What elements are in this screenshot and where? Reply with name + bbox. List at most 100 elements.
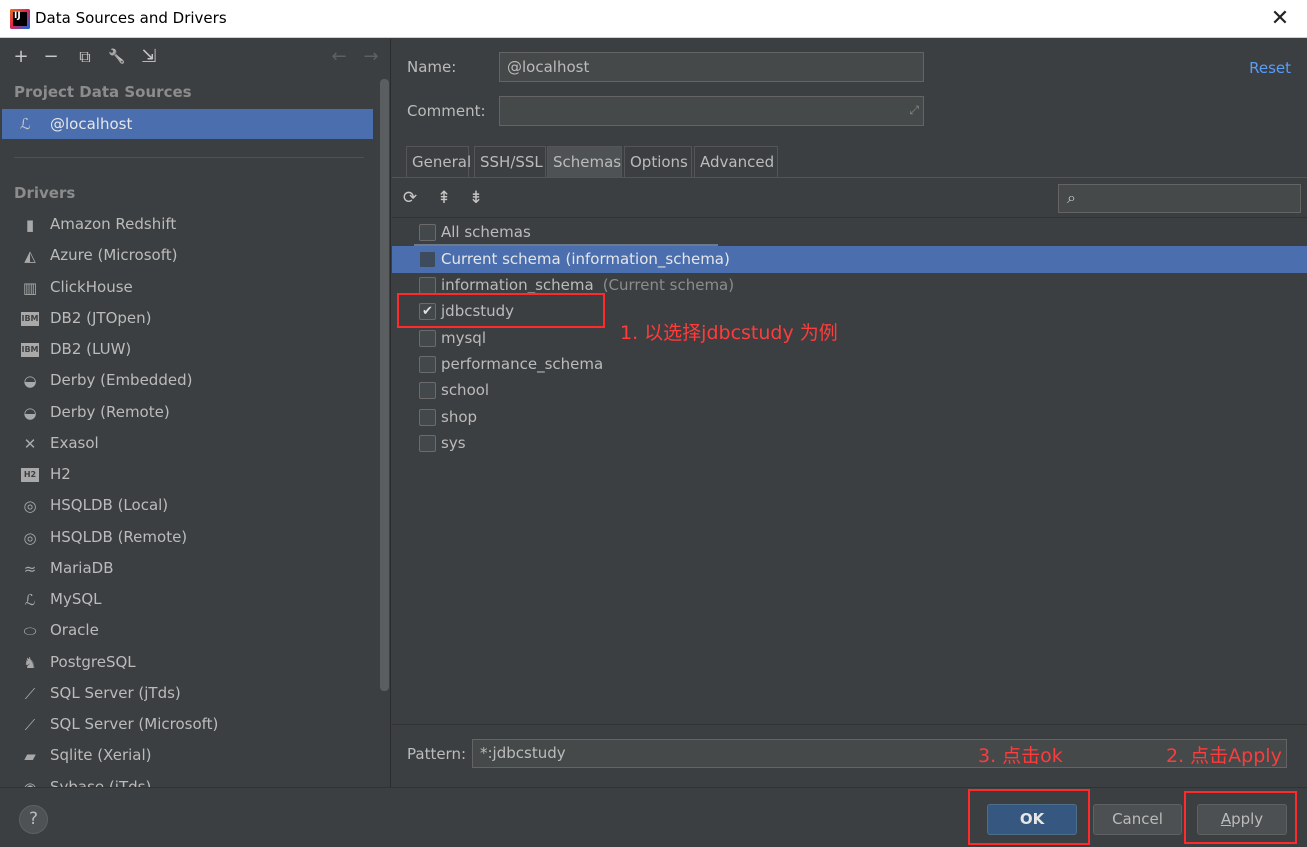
- sidebar-divider: [14, 157, 364, 158]
- driver-item[interactable]: H2 H2: [0, 460, 375, 490]
- driver-item[interactable]: ≈ MariaDB: [0, 554, 375, 584]
- schema-row[interactable]: Current schema (information_schema): [392, 246, 1307, 273]
- driver-label: SQL Server (Microsoft): [50, 715, 219, 733]
- driver-label: Oracle: [50, 621, 99, 639]
- import-icon[interactable]: ⇲: [138, 46, 160, 68]
- cancel-button[interactable]: Cancel: [1093, 804, 1182, 835]
- reset-link[interactable]: Reset: [1249, 59, 1291, 77]
- driver-label: Amazon Redshift: [50, 215, 177, 233]
- schema-row[interactable]: shop: [392, 404, 1307, 431]
- schema-checkbox[interactable]: [419, 409, 436, 426]
- pattern-label: Pattern:: [407, 745, 467, 763]
- schema-row[interactable]: sys: [392, 430, 1307, 457]
- back-arrow-icon[interactable]: ←: [328, 46, 350, 68]
- schema-label: mysql: [441, 329, 486, 347]
- name-input[interactable]: @localhost: [499, 52, 924, 82]
- driver-item[interactable]: ⟋ SQL Server (jTds): [0, 679, 375, 709]
- remove-data-source-button[interactable]: −: [40, 46, 62, 68]
- azure-icon: ◭: [24, 247, 36, 265]
- schema-row[interactable]: school: [392, 377, 1307, 404]
- driver-item[interactable]: ◎ HSQLDB (Local): [0, 491, 375, 521]
- dialog-button-bar: ? OK Cancel Apply: [0, 787, 1307, 847]
- driver-item[interactable]: ◒ Derby (Remote): [0, 398, 375, 428]
- driver-label: Sybase (jTds): [50, 778, 152, 787]
- driver-label: MySQL: [50, 590, 102, 608]
- driver-item[interactable]: ▮ Amazon Redshift: [0, 210, 375, 240]
- schema-row[interactable]: performance_schema: [392, 351, 1307, 378]
- ibm-db2-icon: IBM: [21, 312, 39, 326]
- schema-checkbox[interactable]: [419, 224, 436, 241]
- tab-ssh-ssl[interactable]: SSH/SSL: [474, 146, 546, 178]
- schema-name: Current schema (information_schema): [441, 250, 730, 268]
- schema-name: information_schema: [441, 276, 594, 294]
- driver-item[interactable]: ⟋ SQL Server (Microsoft): [0, 710, 375, 740]
- mysql-dolphin-icon: ℒ: [24, 591, 36, 609]
- driver-item[interactable]: ◎ HSQLDB (Remote): [0, 523, 375, 553]
- schema-name: shop: [441, 408, 478, 426]
- driver-item[interactable]: ▰ Sqlite (Xerial): [0, 741, 375, 771]
- annotation-step3: 3. 点击ok: [978, 745, 1063, 767]
- driver-item[interactable]: ℒ MySQL: [0, 585, 375, 615]
- schema-checkbox[interactable]: [419, 435, 436, 452]
- schema-hint: (Current schema): [602, 276, 735, 294]
- wrench-icon[interactable]: 🔧: [106, 46, 128, 68]
- data-source-label: @localhost: [50, 115, 133, 133]
- schema-label: sys: [441, 434, 466, 452]
- schema-label: All schemas: [441, 223, 531, 241]
- data-source-item-localhost[interactable]: ℒ @localhost: [2, 109, 373, 139]
- derby-hat-icon: ◒: [23, 372, 37, 390]
- driver-item[interactable]: ◭ Azure (Microsoft): [0, 241, 375, 271]
- driver-label: MariaDB: [50, 559, 114, 577]
- driver-label: SQL Server (jTds): [50, 684, 181, 702]
- driver-item[interactable]: ✕ Exasol: [0, 429, 375, 459]
- driver-item[interactable]: IBM DB2 (LUW): [0, 335, 375, 365]
- schema-search-input[interactable]: ⌕: [1058, 184, 1301, 213]
- help-button[interactable]: ?: [19, 805, 48, 834]
- schema-name: sys: [441, 434, 466, 452]
- search-icon: ⌕: [1067, 188, 1076, 207]
- schema-label: performance_schema: [441, 355, 603, 373]
- pattern-input[interactable]: *:jdbcstudy: [472, 739, 1287, 768]
- add-data-source-button[interactable]: +: [10, 46, 32, 68]
- driver-item[interactable]: IBM DB2 (JTOpen): [0, 304, 375, 334]
- forward-arrow-icon[interactable]: →: [360, 46, 382, 68]
- comment-label: Comment:: [407, 102, 486, 120]
- driver-label: Derby (Embedded): [50, 371, 193, 389]
- close-window-button[interactable]: ✕: [1265, 4, 1295, 34]
- driver-label: HSQLDB (Remote): [50, 528, 188, 546]
- sqlite-feather-icon: ▰: [24, 747, 36, 765]
- driver-item[interactable]: ⬭ Oracle: [0, 616, 375, 646]
- sidebar-scrollbar[interactable]: [380, 79, 389, 691]
- schema-name: school: [441, 381, 490, 399]
- driver-item[interactable]: ▥ ClickHouse: [0, 273, 375, 303]
- oracle-icon: ⬭: [23, 622, 37, 640]
- refresh-icon[interactable]: ⟳: [399, 187, 421, 209]
- schema-label: shop: [441, 408, 477, 426]
- driver-item[interactable]: ◒ Derby (Embedded): [0, 366, 375, 396]
- duplicate-icon[interactable]: ⧉: [74, 46, 96, 68]
- schema-name: performance_schema: [441, 355, 604, 373]
- schema-checkbox[interactable]: [419, 277, 436, 294]
- driver-item[interactable]: ◉ Sybase (jTds): [0, 773, 375, 787]
- exasol-icon: ✕: [23, 435, 37, 453]
- tab-options[interactable]: Options: [624, 146, 692, 178]
- expand-all-icon[interactable]: ⇞: [433, 187, 455, 209]
- schema-row[interactable]: All schemas: [392, 219, 1307, 246]
- collapse-all-icon[interactable]: ⇟: [465, 187, 487, 209]
- schema-label: school: [441, 381, 489, 399]
- tab-schemas[interactable]: Schemas: [547, 146, 622, 178]
- sybase-icon: ◉: [20, 778, 40, 787]
- schema-checkbox[interactable]: [419, 356, 436, 373]
- data-source-details: Name: @localhost Reset Comment: ⤢ Genera…: [392, 39, 1307, 787]
- schema-checkbox[interactable]: [419, 251, 436, 268]
- schema-row[interactable]: mysql: [392, 325, 1307, 352]
- tab-general[interactable]: General: [406, 146, 471, 178]
- comment-input[interactable]: ⤢: [499, 96, 924, 126]
- schema-checkbox[interactable]: [419, 382, 436, 399]
- annotation-box-ok: [968, 789, 1090, 845]
- schema-checkbox[interactable]: [419, 330, 436, 347]
- tab-advanced[interactable]: Advanced: [694, 146, 778, 178]
- driver-item[interactable]: ♞ PostgreSQL: [0, 648, 375, 678]
- expand-icon[interactable]: ⤢: [909, 103, 919, 118]
- clickhouse-icon: ▥: [22, 279, 38, 297]
